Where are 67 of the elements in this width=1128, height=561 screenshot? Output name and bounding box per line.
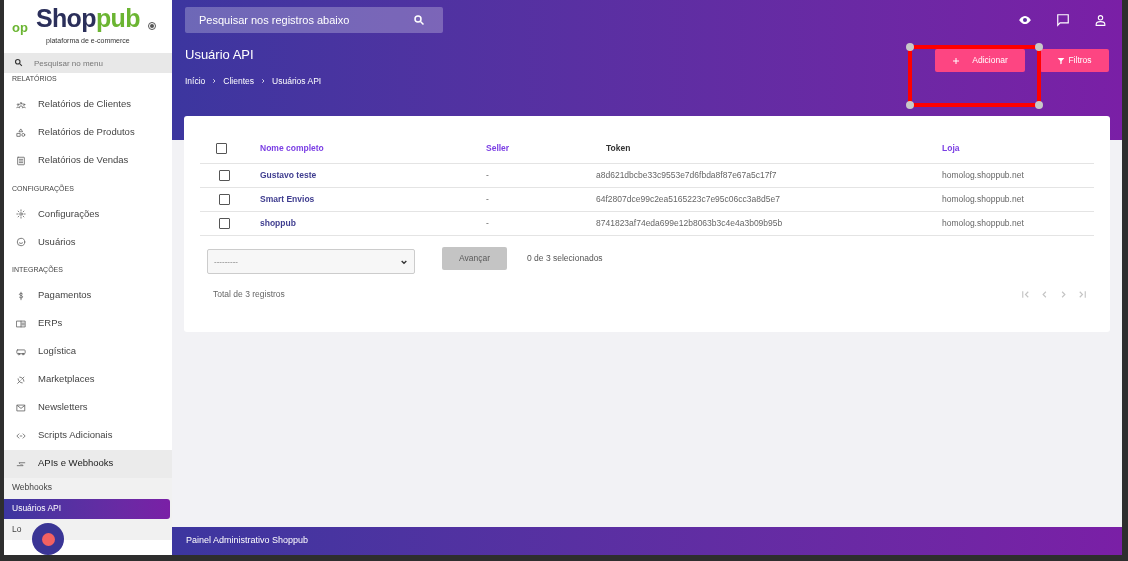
action-dropdown[interactable]: --------- <box>207 249 415 274</box>
checkbox[interactable] <box>219 218 230 229</box>
menu-search-field[interactable]: Pesquisar no menu <box>4 53 172 73</box>
page-title: Usuário API <box>185 46 255 64</box>
checkbox[interactable] <box>219 170 230 181</box>
boxes-icon <box>16 127 26 138</box>
table-cell-text: homolog.shoppub.net <box>942 217 1025 230</box>
plus-icon <box>952 56 961 65</box>
chevron-right-icon <box>260 77 267 84</box>
brand-name: Shop <box>35 4 96 32</box>
menu-item[interactable]: Relatórios de Clientes <box>4 90 172 119</box>
user-icon <box>1094 13 1107 27</box>
column-header: Token <box>605 142 632 155</box>
table-cell-text: 64f2807dce99c2ea5165223c7e95c06cc3a8d5e7 <box>596 193 781 206</box>
brand-name: pub <box>95 4 140 32</box>
table-cell-text: homolog.shoppub.net <box>942 193 1025 206</box>
floating-button[interactable] <box>32 523 64 555</box>
menu-item[interactable]: Newsletters <box>4 393 172 422</box>
checkbox[interactable] <box>216 143 227 154</box>
checkbox[interactable] <box>219 194 230 205</box>
eye-icon <box>1018 13 1032 27</box>
menu-item[interactable]: Scripts Adicionais <box>4 421 172 450</box>
gear-icon <box>16 209 26 219</box>
breadcrumb-link[interactable]: Início <box>185 74 206 88</box>
breadcrumb-link[interactable]: Clientes <box>223 74 255 88</box>
selection-count: 0 de 3 selecionados <box>527 252 603 265</box>
menu-item[interactable]: Relatórios de Vendas <box>4 146 172 175</box>
menu-item[interactable]: Marketplaces <box>4 365 172 394</box>
submenu-item[interactable]: Webhooks <box>4 477 172 498</box>
total-count: Total de 3 registros <box>213 288 285 301</box>
table-cell-text: - <box>486 169 490 182</box>
menu-item[interactable]: Relatórios de Produtos <box>4 118 172 147</box>
column-header[interactable]: Nome completo <box>260 142 486 155</box>
menu-item[interactable]: Configurações <box>4 200 172 228</box>
submenu-item[interactable]: Usuários API <box>4 498 170 519</box>
menu-item[interactable]: Logística <box>4 337 172 366</box>
column-header[interactable]: Seller <box>486 142 596 155</box>
table-cell-text: - <box>486 217 490 230</box>
pin-icon[interactable] <box>148 22 156 30</box>
table-cell-text: 8741823af74eda699e12b8063b3c4e4a3b09b95b <box>596 217 784 230</box>
name-link[interactable]: Smart Envios <box>260 193 486 206</box>
table-cell-text: homolog.shoppub.net <box>942 169 1025 182</box>
logo-mark: op <box>12 19 28 37</box>
menu-item[interactable]: Usuários <box>4 228 172 256</box>
menu-item[interactable]: APIs e Webhooks <box>4 449 172 478</box>
name-link[interactable]: shoppub <box>260 217 486 230</box>
column-header[interactable]: Loja <box>942 142 1078 155</box>
mail-icon <box>16 402 26 413</box>
search-icon <box>14 58 23 67</box>
card-icon <box>16 318 26 329</box>
breadcrumb-link[interactable]: Usuários API <box>272 74 322 88</box>
face-icon <box>16 237 26 247</box>
menu-item[interactable]: Pagamentos <box>4 281 172 310</box>
people-icon <box>16 99 26 110</box>
table-cell-text: - <box>486 193 490 206</box>
chevron-right-icon <box>211 77 218 84</box>
name-link[interactable]: Gustavo teste <box>260 169 486 182</box>
dollar-icon <box>16 290 26 301</box>
code-icon <box>16 430 26 441</box>
chat-icon <box>1056 13 1070 27</box>
funnel-icon <box>1057 56 1066 65</box>
footer-text: Painel Administrativo Shoppub <box>186 534 309 548</box>
menu-item[interactable]: ERPs <box>4 309 172 338</box>
search-icon <box>413 14 425 26</box>
list-icon <box>16 155 26 166</box>
submenu-item[interactable]: Lo <box>4 519 172 540</box>
table-cell-text: a8d621dbcbe33c9553e7d6fbda8f87e67a5c17f7 <box>596 169 778 182</box>
